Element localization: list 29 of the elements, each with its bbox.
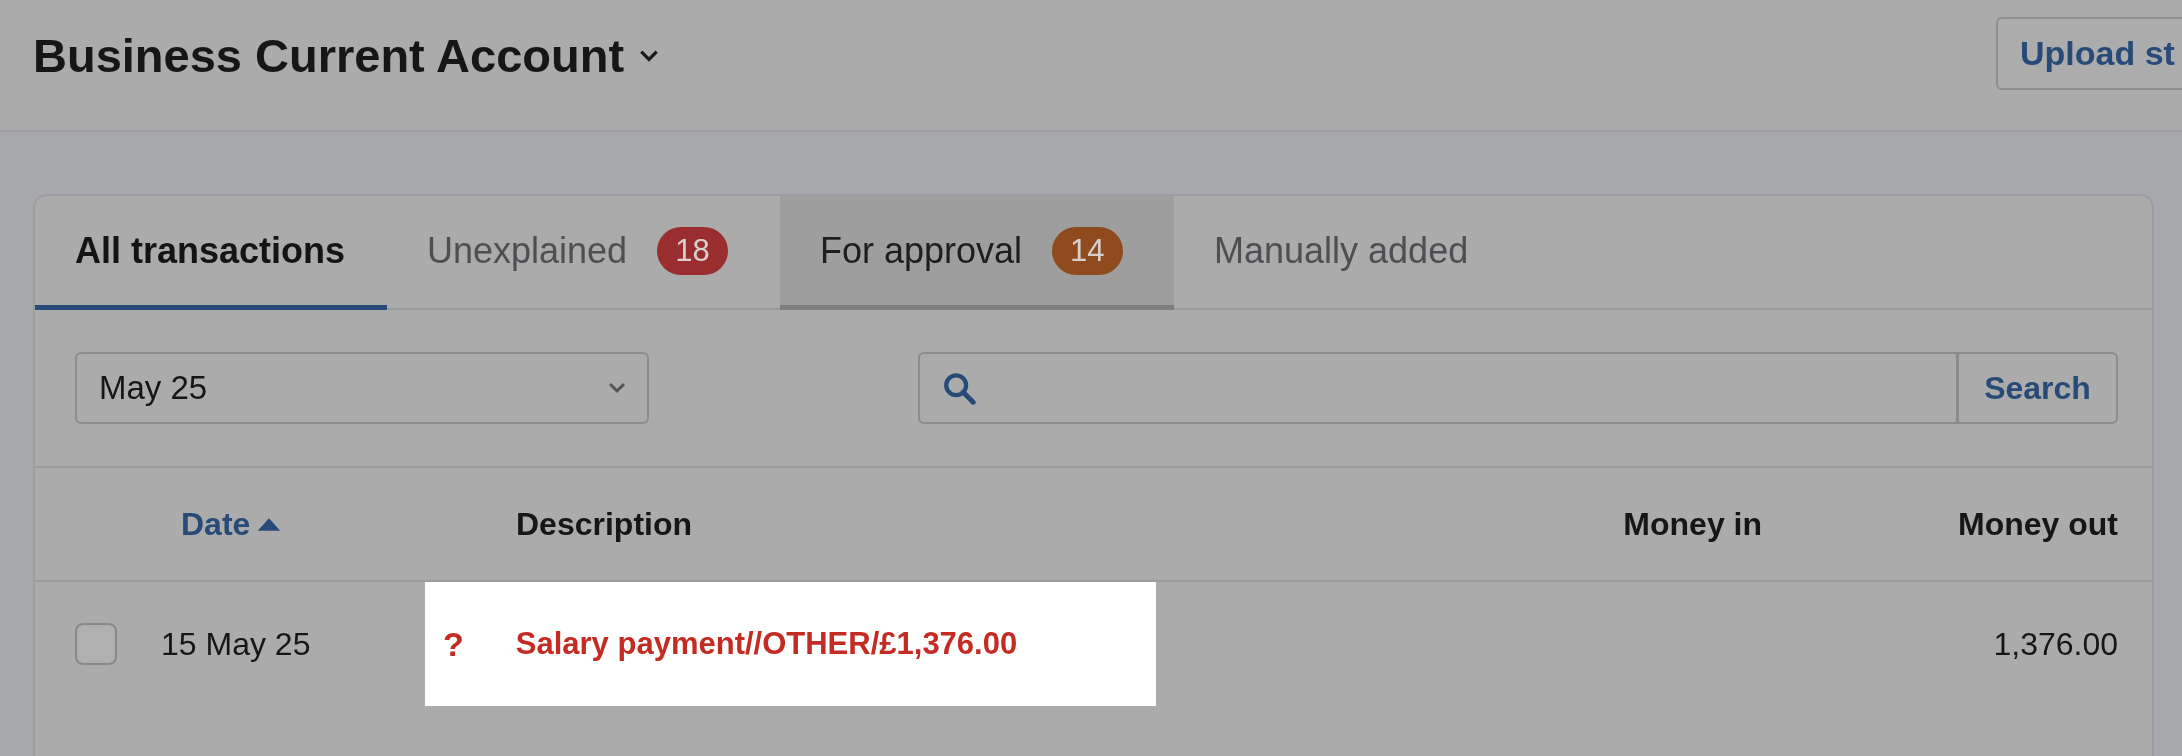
tab[interactable]: Unexplained 18 xyxy=(387,196,780,310)
tab-label: All transactions xyxy=(75,229,346,272)
column-header[interactable]: Money in xyxy=(1428,505,1762,543)
money-out-cell: 1,376.00 xyxy=(1993,625,2118,662)
column-header[interactable]: Money out xyxy=(1762,505,2118,543)
description-text: Salary payment//OTHER/£1,376.00 xyxy=(515,626,1018,662)
date-cell-text: 15 May 25 xyxy=(161,625,312,663)
chevron-down-icon[interactable] xyxy=(638,48,661,63)
tab[interactable]: Manually added xyxy=(1174,196,1509,310)
tab[interactable]: For approval 14 xyxy=(780,196,1174,310)
search-button[interactable]: Search xyxy=(1958,352,2118,424)
chevron-down-icon xyxy=(607,382,627,394)
column-header[interactable]: Date xyxy=(75,505,516,543)
sort-up-icon xyxy=(256,516,283,532)
description-cell[interactable]: ? Salary payment//OTHER/£1,376.00 xyxy=(425,582,1156,706)
upload-button[interactable]: Upload st xyxy=(1996,17,2182,90)
period-dropdown[interactable]: May 25 xyxy=(75,352,649,424)
tab-label: Unexplained xyxy=(427,229,628,272)
row-checkbox[interactable] xyxy=(75,623,117,665)
count-badge: 14 xyxy=(1052,226,1123,275)
count-badge: 18 xyxy=(657,226,728,275)
search-icon xyxy=(942,371,976,405)
search-field[interactable] xyxy=(918,352,1958,424)
tab-label: Manually added xyxy=(1214,229,1469,272)
account-title[interactable]: Business Current Account xyxy=(33,28,625,83)
tab[interactable]: All transactions xyxy=(35,196,387,310)
column-header[interactable]: Description xyxy=(516,505,1428,543)
unexplained-icon: ? xyxy=(443,624,464,664)
tab-label: For approval xyxy=(820,229,1023,272)
